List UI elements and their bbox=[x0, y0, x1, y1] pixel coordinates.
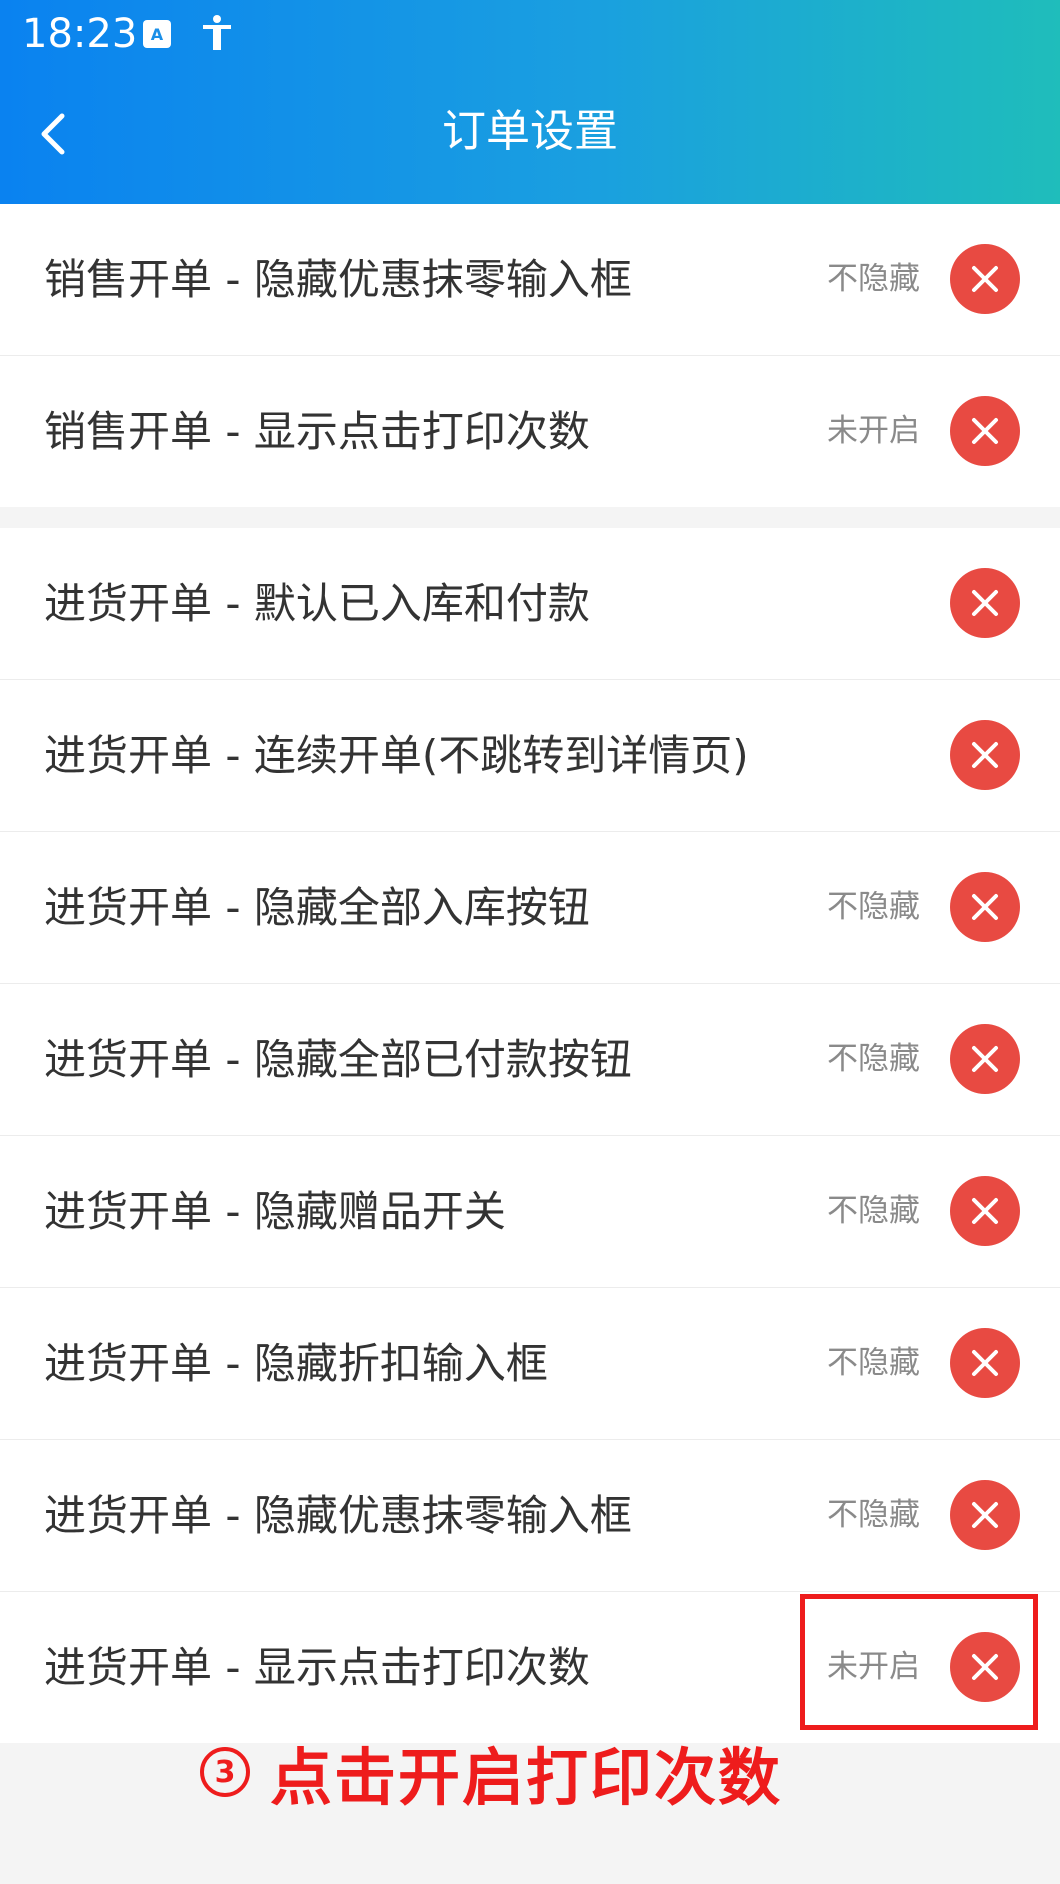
close-icon[interactable] bbox=[950, 872, 1020, 942]
setting-status: 未开启 bbox=[827, 413, 920, 449]
close-icon[interactable] bbox=[950, 244, 1020, 314]
setting-status: 未开启 bbox=[827, 1649, 920, 1685]
font-app-icon: A bbox=[141, 18, 173, 50]
annotation-step-number: 3 bbox=[200, 1747, 250, 1797]
setting-label: 进货开单 - 隐藏赠品开关 bbox=[44, 1187, 506, 1236]
svg-text:A: A bbox=[151, 25, 164, 44]
app-header: 18:23 A 订单设置 bbox=[0, 0, 1060, 204]
close-icon[interactable] bbox=[950, 1328, 1020, 1398]
setting-status: 不隐藏 bbox=[827, 1345, 920, 1381]
close-icon[interactable] bbox=[950, 1480, 1020, 1550]
setting-status: 不隐藏 bbox=[827, 261, 920, 297]
setting-label: 进货开单 - 隐藏优惠抹零输入框 bbox=[44, 1491, 632, 1540]
setting-row[interactable]: 进货开单 - 隐藏全部已付款按钮 不隐藏 bbox=[0, 984, 1060, 1136]
setting-row[interactable]: 进货开单 - 隐藏折扣输入框 不隐藏 bbox=[0, 1288, 1060, 1440]
close-icon[interactable] bbox=[950, 568, 1020, 638]
setting-label: 销售开单 - 隐藏优惠抹零输入框 bbox=[44, 255, 632, 304]
annotation-text: 点击开启打印次数 bbox=[270, 1741, 783, 1814]
setting-label: 销售开单 - 显示点击打印次数 bbox=[44, 407, 590, 456]
annotation-callout: 3 点击开启打印次数 bbox=[200, 1730, 782, 1814]
setting-label: 进货开单 - 连续开单(不跳转到详情页) bbox=[44, 731, 749, 780]
setting-row[interactable]: 销售开单 - 显示点击打印次数 未开启 bbox=[0, 356, 1060, 507]
setting-label: 进货开单 - 显示点击打印次数 bbox=[44, 1643, 590, 1692]
setting-row[interactable]: 进货开单 - 默认已入库和付款 bbox=[0, 528, 1060, 680]
setting-row[interactable]: 销售开单 - 隐藏优惠抹零输入框 不隐藏 bbox=[0, 204, 1060, 356]
status-time: 18:23 bbox=[22, 11, 138, 57]
setting-row[interactable]: 进货开单 - 隐藏优惠抹零输入框 不隐藏 bbox=[0, 1440, 1060, 1592]
setting-row[interactable]: 进货开单 - 显示点击打印次数 未开启 bbox=[0, 1592, 1060, 1743]
setting-row[interactable]: 进货开单 - 隐藏全部入库按钮 不隐藏 bbox=[0, 832, 1060, 984]
setting-label: 进货开单 - 默认已入库和付款 bbox=[44, 579, 590, 628]
close-icon[interactable] bbox=[950, 396, 1020, 466]
setting-status: 不隐藏 bbox=[827, 1193, 920, 1229]
settings-group-purchase: 进货开单 - 默认已入库和付款 进货开单 - 连续开单(不跳转到详情页) 进货开… bbox=[0, 528, 1060, 1743]
setting-label: 进货开单 - 隐藏折扣输入框 bbox=[44, 1339, 548, 1388]
accessibility-icon bbox=[200, 14, 234, 52]
close-icon[interactable] bbox=[950, 720, 1020, 790]
page-title: 订单设置 bbox=[442, 106, 618, 157]
close-icon[interactable] bbox=[950, 1024, 1020, 1094]
close-icon[interactable] bbox=[950, 1176, 1020, 1246]
setting-label: 进货开单 - 隐藏全部已付款按钮 bbox=[44, 1035, 632, 1084]
settings-group-sales: 销售开单 - 隐藏优惠抹零输入框 不隐藏 销售开单 - 显示点击打印次数 未开启 bbox=[0, 204, 1060, 507]
setting-label: 进货开单 - 隐藏全部入库按钮 bbox=[44, 883, 590, 932]
close-icon[interactable] bbox=[950, 1632, 1020, 1702]
setting-row[interactable]: 进货开单 - 连续开单(不跳转到详情页) bbox=[0, 680, 1060, 832]
setting-row[interactable]: 进货开单 - 隐藏赠品开关 不隐藏 bbox=[0, 1136, 1060, 1288]
setting-status: 不隐藏 bbox=[827, 1041, 920, 1077]
setting-status: 不隐藏 bbox=[827, 889, 920, 925]
setting-status: 不隐藏 bbox=[827, 1497, 920, 1533]
